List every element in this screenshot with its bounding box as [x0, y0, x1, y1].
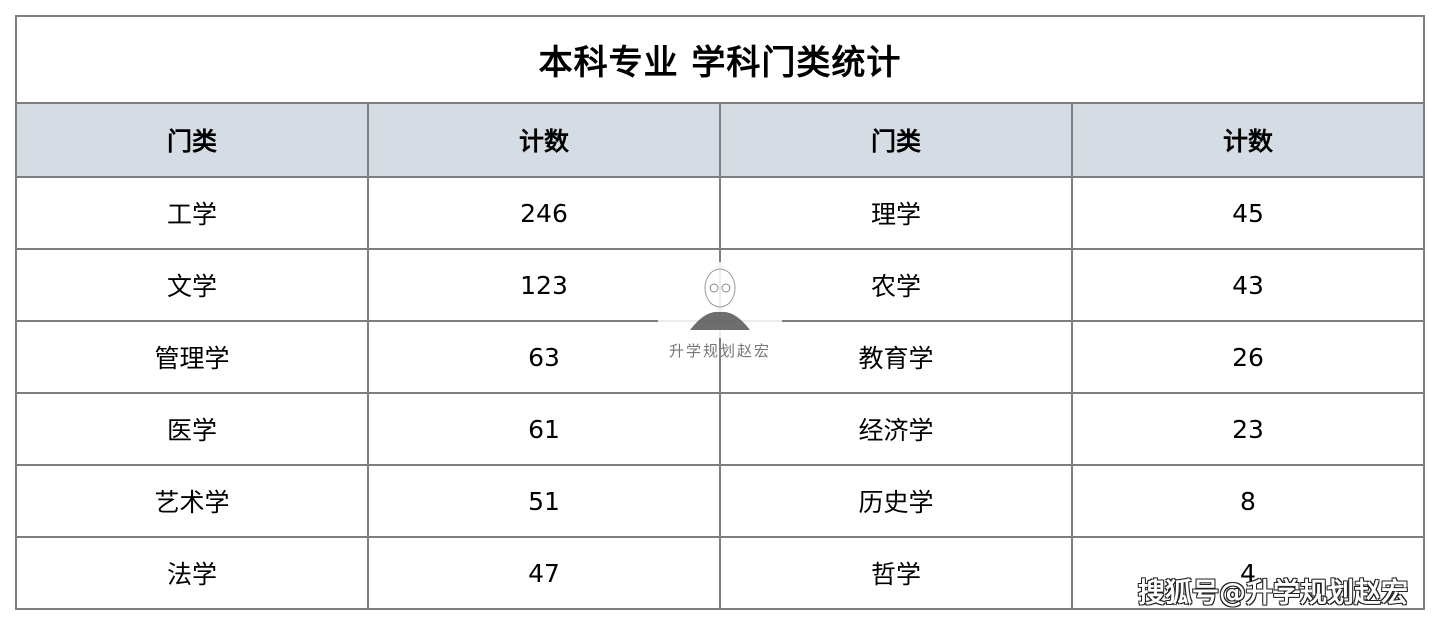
header-count: 计数	[369, 104, 721, 176]
count-cell: 63	[369, 322, 721, 392]
count-cell: 51	[369, 466, 721, 536]
category-cell: 哲学	[721, 538, 1073, 608]
table-row: 工学 246 理学 45	[17, 178, 1423, 250]
count-cell: 123	[369, 250, 721, 320]
header-row: 门类 计数 门类 计数	[17, 104, 1423, 178]
category-cell: 艺术学	[17, 466, 369, 536]
header-category: 门类	[721, 104, 1073, 176]
table-title: 本科专业 学科门类统计	[17, 17, 1423, 104]
table-row: 管理学 63 教育学 26	[17, 322, 1423, 394]
table-row: 医学 61 经济学 23	[17, 394, 1423, 466]
count-cell: 246	[369, 178, 721, 248]
table-row: 艺术学 51 历史学 8	[17, 466, 1423, 538]
count-cell: 23	[1232, 414, 1264, 444]
count-cell: 45	[1232, 198, 1264, 228]
count-cell: 61	[369, 394, 721, 464]
header-category: 门类	[17, 104, 369, 176]
header-count: 计数	[1222, 127, 1273, 156]
count-cell: 43	[1232, 270, 1264, 300]
count-cell: 26	[1232, 342, 1264, 372]
count-cell: 47	[369, 538, 721, 608]
category-cell: 教育学	[721, 322, 1073, 392]
category-stats-table: 本科专业 学科门类统计 门类 计数 门类 计数 工学 246 理学 45 文学 …	[15, 15, 1425, 610]
category-cell: 医学	[17, 394, 369, 464]
category-cell: 理学	[721, 178, 1073, 248]
category-cell: 文学	[17, 250, 369, 320]
category-cell: 经济学	[721, 394, 1073, 464]
sohu-watermark: 搜狐号@升学规划赵宏	[1138, 578, 1408, 609]
category-cell: 法学	[17, 538, 369, 608]
category-cell: 农学	[721, 250, 1073, 320]
table-row: 文学 123 农学 43	[17, 250, 1423, 322]
category-cell: 管理学	[17, 322, 369, 392]
category-cell: 历史学	[721, 466, 1073, 536]
category-cell: 工学	[17, 178, 369, 248]
count-cell: 8	[1240, 486, 1256, 516]
